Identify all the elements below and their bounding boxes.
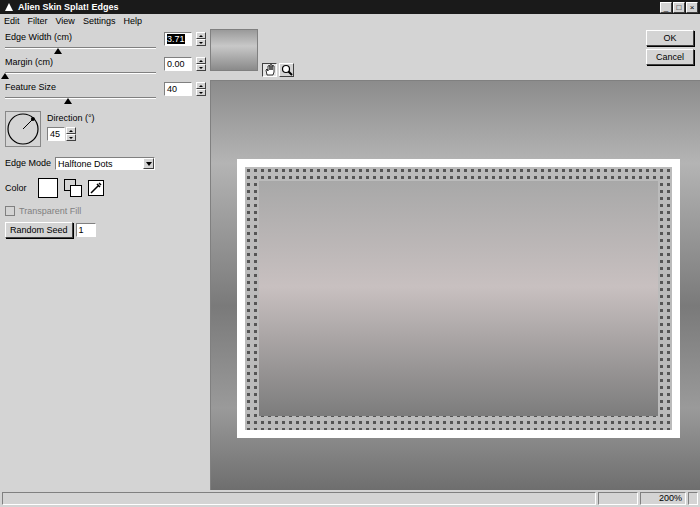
slider[interactable] (5, 43, 156, 55)
zoom-tool[interactable] (279, 63, 294, 77)
slider-row: Margin (cm) 0.00 (5, 57, 206, 80)
spin-buttons[interactable] (196, 32, 206, 46)
random-seed-button[interactable]: Random Seed (5, 222, 73, 238)
spin-buttons[interactable] (196, 82, 206, 96)
menu-item[interactable]: Help (123, 16, 142, 26)
slider-thumb[interactable] (64, 98, 72, 104)
magnifier-icon (281, 64, 293, 76)
slider-label: Margin (cm) (5, 57, 160, 68)
menu-item[interactable]: Filter (28, 16, 48, 26)
window-title: Alien Skin Splat! Edges (18, 2, 119, 12)
window-button[interactable]: □ (673, 2, 685, 13)
spin-buttons[interactable] (196, 57, 206, 71)
slider-row: Edge Width (cm) 3.71 (5, 32, 206, 55)
window-button[interactable]: _ (660, 2, 672, 13)
halftone-frame (237, 159, 680, 438)
color-swap-icon[interactable] (63, 178, 83, 198)
menu-item[interactable]: View (56, 16, 75, 26)
slider-label: Edge Width (cm) (5, 32, 160, 43)
app-icon (4, 2, 14, 12)
dialog-button[interactable]: OK (646, 30, 694, 46)
value-field[interactable]: 3.71 (164, 32, 192, 46)
window-button[interactable]: × (686, 2, 698, 13)
transparent-fill-checkbox[interactable]: Transparent Fill (5, 206, 206, 216)
direction-label: Direction (°) (47, 113, 95, 124)
slider-thumb[interactable] (54, 48, 62, 54)
preview-image[interactable] (210, 80, 700, 490)
slider-thumb[interactable] (1, 73, 9, 79)
slider[interactable] (5, 68, 156, 80)
color-swatch[interactable] (38, 178, 58, 198)
title-bar: Alien Skin Splat! Edges _□× (0, 0, 700, 14)
dropdown-arrow-icon[interactable] (143, 158, 154, 169)
preview-thumbnail[interactable] (210, 29, 258, 71)
menu-bar: Edit Filter View Settings Help (0, 14, 700, 28)
status-bar: 200% (0, 490, 700, 507)
slider-label: Feature Size (5, 82, 160, 93)
menu-item[interactable]: Edit (4, 16, 20, 26)
slider[interactable] (5, 93, 156, 105)
color-label: Color (5, 183, 27, 194)
seed-field[interactable]: 1 (76, 223, 96, 237)
direction-field[interactable]: 45 (47, 127, 65, 141)
eyedropper-icon[interactable] (88, 180, 104, 196)
direction-dial[interactable] (5, 111, 41, 147)
slider-row: Feature Size 40 (5, 82, 206, 105)
controls-panel: Edge Width (cm) 3.71 Margin (cm) 0.00 Featur… (0, 28, 210, 490)
value-field[interactable]: 0.00 (164, 57, 192, 71)
spin-buttons[interactable] (66, 127, 76, 141)
edge-mode-dropdown[interactable]: Halftone Dots (55, 157, 155, 170)
hand-tool[interactable] (262, 63, 277, 77)
zoom-level: 200% (640, 492, 686, 505)
value-field[interactable]: 40 (164, 82, 192, 96)
menu-item[interactable]: Settings (83, 16, 116, 26)
edge-mode-label: Edge Mode (5, 158, 51, 169)
hand-icon (264, 64, 276, 76)
plugin-window: Alien Skin Splat! Edges _□× Edit Filter View… (0, 0, 700, 507)
dialog-button[interactable]: Cancel (646, 49, 694, 65)
